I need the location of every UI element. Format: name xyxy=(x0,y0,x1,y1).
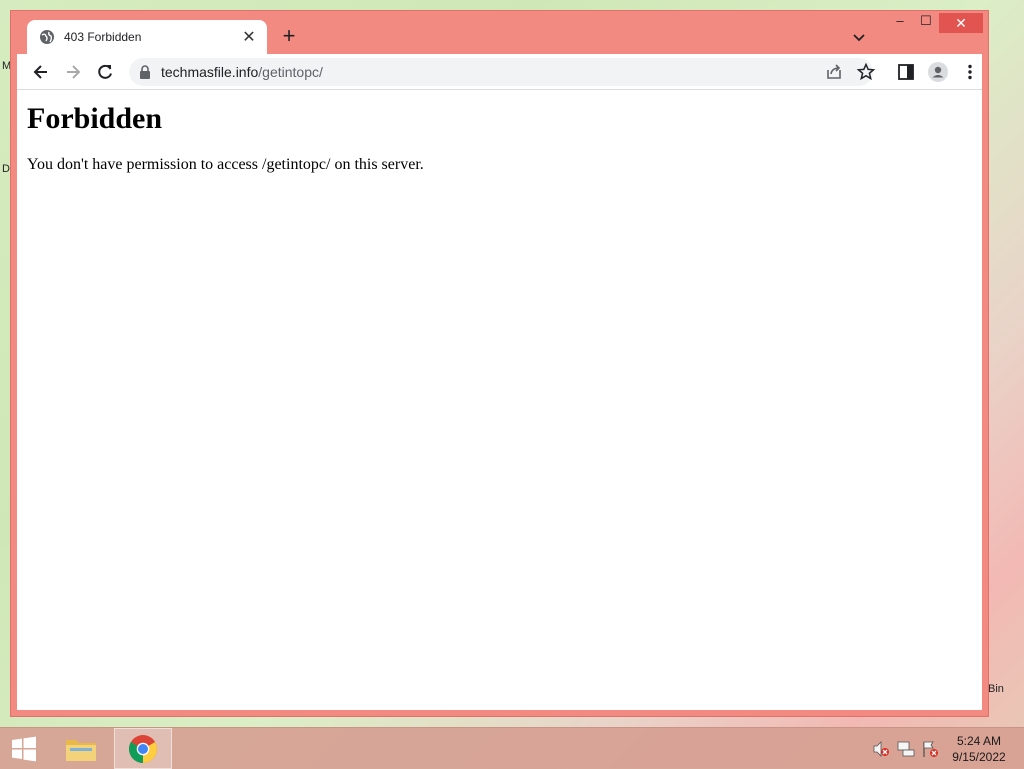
tab-title: 403 Forbidden xyxy=(64,30,142,44)
desktop-icon-label-fragment: D xyxy=(2,163,10,175)
system-clock[interactable]: 5:24 AM 9/15/2022 xyxy=(944,733,1014,765)
chevron-down-icon[interactable] xyxy=(849,27,869,47)
close-window-button[interactable]: ✕ xyxy=(939,13,983,33)
minimize-button[interactable]: – xyxy=(887,13,913,33)
taskbar: 5:24 AM 9/15/2022 xyxy=(0,727,1024,769)
browser-window: 403 Forbidden ✕ + – ☐ ✕ techmasfile.info… xyxy=(10,10,989,717)
clock-time: 5:24 AM xyxy=(956,734,1002,748)
chrome-logo-icon xyxy=(129,735,157,763)
recycle-bin-label[interactable]: Bin xyxy=(988,683,1004,695)
kebab-menu-icon[interactable] xyxy=(960,62,980,82)
tab-active[interactable]: 403 Forbidden ✕ xyxy=(27,20,267,54)
page-heading: Forbidden xyxy=(27,102,163,135)
chrome-taskbar-button[interactable] xyxy=(114,728,172,769)
profile-avatar-icon[interactable] xyxy=(928,62,948,82)
tab-close-icon[interactable]: ✕ xyxy=(241,27,257,47)
lock-icon[interactable] xyxy=(139,65,151,79)
action-center-flag-icon[interactable] xyxy=(921,740,939,758)
browser-toolbar: techmasfile.info/getintopc/ xyxy=(17,54,982,90)
folder-icon xyxy=(66,740,96,761)
maximize-button[interactable]: ☐ xyxy=(914,13,938,33)
page-content: Forbidden You don't have permission to a… xyxy=(17,90,982,710)
network-icon[interactable] xyxy=(897,740,915,758)
url-domain: techmasfile.info xyxy=(161,64,259,80)
bookmark-star-icon[interactable] xyxy=(856,62,876,82)
start-button[interactable] xyxy=(0,728,48,769)
reload-icon[interactable] xyxy=(95,62,115,82)
back-arrow-icon[interactable] xyxy=(31,62,51,82)
forward-arrow-icon[interactable] xyxy=(63,62,83,82)
windows-logo-icon xyxy=(12,736,36,762)
url-text[interactable]: techmasfile.info/getintopc/ xyxy=(161,64,323,80)
error-message: You don't have permission to access /get… xyxy=(27,156,424,173)
file-explorer-button[interactable] xyxy=(58,728,104,769)
speaker-muted-icon[interactable] xyxy=(872,740,890,758)
url-path: /getintopc/ xyxy=(258,64,323,80)
globe-icon xyxy=(40,30,54,44)
share-icon[interactable] xyxy=(824,62,844,82)
new-tab-button[interactable]: + xyxy=(277,25,301,49)
address-bar[interactable]: techmasfile.info/getintopc/ xyxy=(129,58,873,86)
clock-date: 9/15/2022 xyxy=(952,750,1006,764)
side-panel-icon[interactable] xyxy=(896,62,916,82)
